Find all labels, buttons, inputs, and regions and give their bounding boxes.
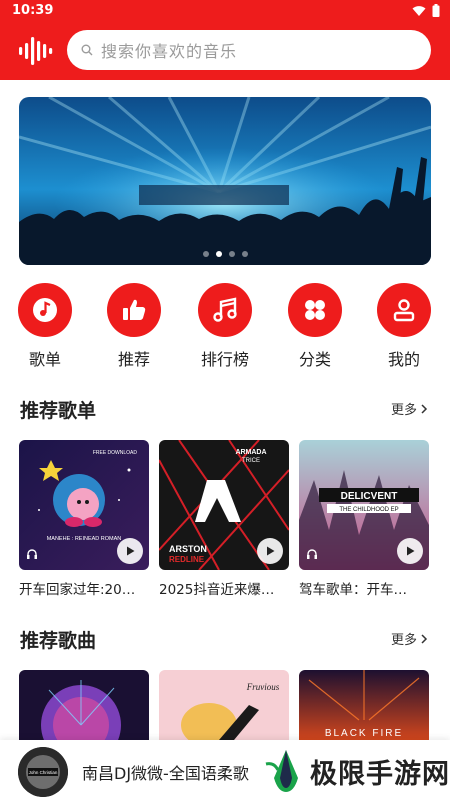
svg-text:THE CHILDHOOD EP: THE CHILDHOOD EP <box>339 507 398 513</box>
svg-text:TRICE: TRICE <box>242 458 260 464</box>
svg-text:John Christian: John Christian <box>29 770 58 775</box>
nav-item-charts[interactable]: 排行榜 <box>195 283 255 370</box>
song-cover[interactable]: BLACK FIRE <box>299 670 429 740</box>
more-songs-link[interactable]: 更多 <box>391 629 428 648</box>
playlist-card[interactable]: FREE DOWNLOAD MANEHE : REINEAD ROMAN 开车回… <box>19 440 149 598</box>
svg-text:BLACK FIRE: BLACK FIRE <box>325 728 403 739</box>
nav-label: 排行榜 <box>200 350 249 369</box>
play-button[interactable] <box>257 538 283 564</box>
playlist-title: 2025抖音近来爆… <box>159 582 275 598</box>
svg-text:FREE DOWNLOAD: FREE DOWNLOAD <box>93 450 138 456</box>
carousel-dots <box>19 251 431 257</box>
app-logo-icon[interactable] <box>18 36 56 66</box>
playlist-cover: FREE DOWNLOAD MANEHE : REINEAD ROMAN <box>19 440 149 570</box>
svg-text:ARMADA: ARMADA <box>235 449 266 456</box>
play-icon <box>267 546 275 556</box>
nav-item-recommend[interactable]: 推荐 <box>104 283 164 370</box>
svg-text:Fruvious: Fruvious <box>246 682 280 692</box>
nav-item-mine[interactable]: 我的 <box>374 283 434 370</box>
carousel-dot[interactable] <box>202 251 209 257</box>
carousel-dot[interactable] <box>228 251 235 257</box>
user-icon <box>377 283 431 337</box>
svg-text:REDLINE: REDLINE <box>169 555 205 564</box>
song-cover[interactable]: Fruvious <box>159 670 289 740</box>
search-input[interactable]: 搜索你喜欢的音乐 <box>67 30 431 70</box>
player-disc-image: John Christian <box>18 747 68 797</box>
playlist-cover: ARMADA TRICE ARSTON REDLINE <box>159 440 289 570</box>
thumbs-up-icon <box>107 283 161 337</box>
playlist-card[interactable]: DELICVENT THE CHILDHOOD EP 驾车歌单：开车… <box>299 440 429 598</box>
chart-list-icon <box>198 283 252 337</box>
playlist-card[interactable]: ARMADA TRICE ARSTON REDLINE 2025抖音近来爆… <box>159 440 289 598</box>
quick-nav: 歌单 推荐 排行榜 分类 我的 <box>0 283 450 369</box>
nav-label: 推荐 <box>117 350 150 369</box>
chevron-right-icon <box>421 633 428 644</box>
watermark-text: 极限手游网 <box>310 758 450 790</box>
section-title-songs: 推荐歌曲 <box>20 630 97 652</box>
battery-icon <box>432 4 440 17</box>
wifi-icon <box>412 5 426 16</box>
play-icon <box>127 546 135 556</box>
more-label: 更多 <box>390 403 417 418</box>
more-playlists-link[interactable]: 更多 <box>391 399 428 418</box>
status-time: 10:39 <box>12 3 54 18</box>
carousel-dot-active[interactable] <box>215 251 222 257</box>
section-title-playlists: 推荐歌单 <box>20 400 97 422</box>
concert-banner-image <box>19 97 431 265</box>
nav-label: 我的 <box>387 350 420 369</box>
nav-item-playlists[interactable]: 歌单 <box>15 283 75 370</box>
play-button[interactable] <box>397 538 423 564</box>
song-cover[interactable] <box>19 670 149 740</box>
carousel-dot[interactable] <box>241 251 248 257</box>
svg-text:ARSTON: ARSTON <box>169 544 207 554</box>
player-song-title: 南昌DJ微微-全国语柔歌 <box>82 764 249 783</box>
nav-label: 分类 <box>298 350 331 369</box>
music-note-icon <box>18 283 72 337</box>
play-button[interactable] <box>117 538 143 564</box>
nav-item-categories[interactable]: 分类 <box>285 283 345 370</box>
status-bar: 10:39 <box>0 0 450 22</box>
watermark-logo-icon <box>265 750 298 792</box>
status-icons <box>412 4 440 17</box>
more-label: 更多 <box>390 633 417 648</box>
playlist-title: 开车回家过年:20… <box>19 582 136 598</box>
header: 搜索你喜欢的音乐 <box>0 22 450 80</box>
svg-text:MANEHE : REINEAD ROMAN: MANEHE : REINEAD ROMAN <box>47 536 122 542</box>
chevron-right-icon <box>421 403 428 414</box>
nav-label: 歌单 <box>28 350 61 369</box>
search-icon <box>81 44 93 56</box>
banner-carousel[interactable] <box>19 97 431 265</box>
watermark-badge: 极限手游网 <box>258 742 450 800</box>
playlist-title: 驾车歌单：开车… <box>299 582 407 598</box>
svg-text:DELICVENT: DELICVENT <box>341 491 398 502</box>
search-placeholder: 搜索你喜欢的音乐 <box>101 42 238 61</box>
headphone-icon <box>27 549 37 559</box>
headphone-icon <box>307 549 317 559</box>
playlist-cover: DELICVENT THE CHILDHOOD EP <box>299 440 429 570</box>
grid-icon <box>288 283 342 337</box>
play-icon <box>407 546 415 556</box>
